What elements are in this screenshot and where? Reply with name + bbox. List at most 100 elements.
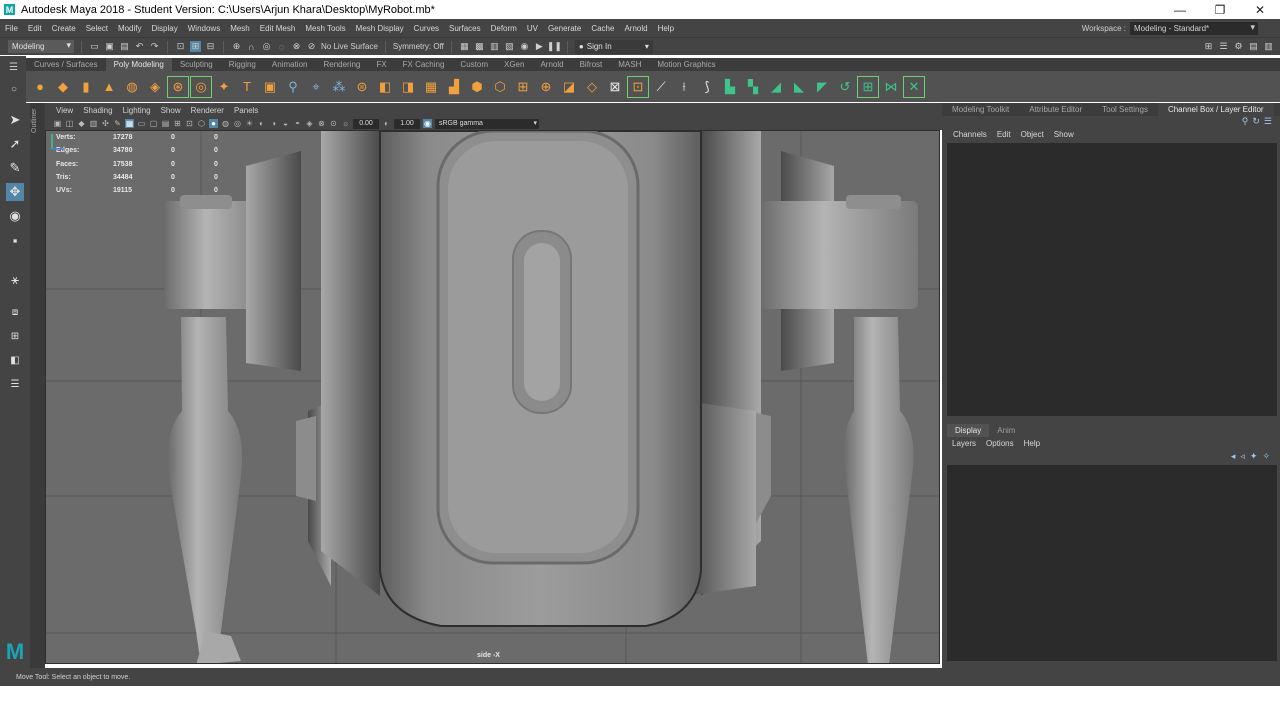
safe-action-icon[interactable]: ⊡ <box>185 119 194 128</box>
menu-edit[interactable]: Edit <box>23 24 47 33</box>
menu-windows[interactable]: Windows <box>183 24 225 33</box>
shelf-menu-icon[interactable]: ☰ <box>9 62 18 73</box>
menu-uv[interactable]: UV <box>522 24 543 33</box>
shelf-tab-motion-graphics[interactable]: Motion Graphics <box>649 58 723 71</box>
grid-toggle-icon[interactable]: ▦ <box>125 119 134 128</box>
channel-box-pin-icon[interactable]: ⚲ <box>1242 116 1249 127</box>
workspace-dropdown[interactable]: Modeling - Standard* <box>1130 21 1258 35</box>
menu-cache[interactable]: Cache <box>586 24 619 33</box>
bevel-icon[interactable]: ⬢ <box>467 77 487 97</box>
shelf-tab-arnold[interactable]: Arnold <box>532 58 571 71</box>
scale-tool-icon[interactable]: ▪ <box>6 231 24 249</box>
offset-edge-loop-icon[interactable]: ⊡ <box>627 75 649 98</box>
panel-menu-view[interactable]: View <box>51 106 78 115</box>
render-current-icon[interactable]: ▩ <box>474 41 485 52</box>
tab-attribute-editor[interactable]: Attribute Editor <box>1019 103 1092 116</box>
channel-box-toggle-icon[interactable]: ▤ <box>1248 41 1259 52</box>
menu-select[interactable]: Select <box>81 24 113 33</box>
textured-icon[interactable]: ◎ <box>233 119 242 128</box>
last-tool-icon[interactable]: ⚹ <box>6 271 24 289</box>
use-lights-icon[interactable]: ☀ <box>245 119 254 128</box>
cut-sew-icon[interactable]: ✕ <box>903 75 925 98</box>
menu-mesh[interactable]: Mesh <box>225 24 255 33</box>
camera-map-icon[interactable]: ↺ <box>835 77 855 97</box>
outliner-strip[interactable]: Outliner <box>30 103 45 668</box>
menu-mesh-display[interactable]: Mesh Display <box>351 24 409 33</box>
snap-curve-icon[interactable]: ∩ <box>246 41 257 52</box>
snap-grid-icon[interactable]: ⊕ <box>231 41 242 52</box>
multi-cut-icon[interactable]: ⊞ <box>513 77 533 97</box>
poly-plane-icon[interactable]: ◈ <box>145 77 165 97</box>
sign-in-button[interactable]: ● Sign In ▾ <box>574 39 653 54</box>
grease-pencil-icon[interactable]: ✎ <box>113 119 122 128</box>
shelf-tab-sculpting[interactable]: Sculpting <box>172 58 221 71</box>
film-gate-icon[interactable]: ▭ <box>137 119 146 128</box>
shelf-tab-xgen[interactable]: XGen <box>496 58 532 71</box>
image-plane-icon[interactable]: ▥ <box>89 119 98 128</box>
shelf-tab-fx-caching[interactable]: FX Caching <box>395 58 453 71</box>
layer-list-area[interactable] <box>947 465 1277 661</box>
panel-menu-show[interactable]: Show <box>156 106 186 115</box>
shelf-tab-animation[interactable]: Animation <box>264 58 316 71</box>
shelf-tab-curves-surfaces[interactable]: Curves / Surfaces <box>26 58 106 71</box>
quad-draw-icon[interactable]: ◇ <box>582 77 602 97</box>
color-management-icon[interactable]: ◉ <box>423 119 432 128</box>
menu-deform[interactable]: Deform <box>486 24 522 33</box>
redo-icon[interactable]: ↷ <box>149 41 160 52</box>
poly-platonic-icon[interactable]: ◎ <box>190 75 212 98</box>
boolean-difference-icon[interactable]: ◨ <box>398 77 418 97</box>
slide-edge-icon[interactable]: ⟊ <box>674 77 694 97</box>
shelf-menu[interactable]: ☰ ○ <box>0 56 26 103</box>
channel-menu-show[interactable]: Show <box>1049 130 1079 139</box>
crease-icon[interactable]: ⟆ <box>697 77 717 97</box>
camera-attributes-icon[interactable]: ◫ <box>65 119 74 128</box>
wireframe-icon[interactable]: ⬡ <box>197 119 206 128</box>
menu-mesh-tools[interactable]: Mesh Tools <box>300 24 350 33</box>
smooth-icon[interactable]: ⁂ <box>329 77 349 97</box>
shadows-icon[interactable]: ◐ <box>257 119 266 128</box>
move-layer-down-icon[interactable]: ◃ <box>1240 451 1245 462</box>
ambient-occlusion-icon[interactable]: ◑ <box>269 119 278 128</box>
extrude-icon[interactable]: ▦ <box>421 77 441 97</box>
attribute-editor-toggle-icon[interactable]: ☰ <box>1218 41 1229 52</box>
combine-icon[interactable]: ⚲ <box>283 77 303 97</box>
layer-editor-toggle-icon[interactable]: ▥ <box>1263 41 1274 52</box>
tab-channel-box[interactable]: Channel Box / Layer Editor <box>1157 103 1274 116</box>
bridge-icon[interactable]: ▟ <box>444 77 464 97</box>
poly-cylinder-icon[interactable]: ▮ <box>76 77 96 97</box>
shelf-options-icon[interactable]: ○ <box>11 84 17 95</box>
panel-menu-renderer[interactable]: Renderer <box>186 106 229 115</box>
tool-settings-toggle-icon[interactable]: ⚙ <box>1233 41 1244 52</box>
channel-menu-channels[interactable]: Channels <box>948 130 992 139</box>
poly-torus-icon[interactable]: ◍ <box>122 77 142 97</box>
poly-cone-icon[interactable]: ▲ <box>99 77 119 97</box>
move-tool-icon[interactable]: ✥ <box>6 183 24 201</box>
symmetry-dropdown[interactable]: Symmetry: Off <box>393 42 444 51</box>
panel-menu-lighting[interactable]: Lighting <box>118 106 156 115</box>
tab-tool-settings[interactable]: Tool Settings <box>1092 103 1158 116</box>
make-live-icon[interactable]: ⊘ <box>306 41 317 52</box>
uv-editor-icon[interactable]: ▙ <box>720 77 740 97</box>
four-view-icon[interactable]: ⊞ <box>6 327 24 345</box>
tab-anim-layers[interactable]: Anim <box>989 424 1023 437</box>
two-d-pan-icon[interactable]: ✣ <box>101 119 110 128</box>
shelf-tab-rigging[interactable]: Rigging <box>221 58 264 71</box>
menu-modify[interactable]: Modify <box>113 24 147 33</box>
smooth-shade-icon[interactable]: ● <box>209 119 218 128</box>
new-layer-icon[interactable]: ✦ <box>1250 451 1258 462</box>
menu-generate[interactable]: Generate <box>543 24 586 33</box>
xray-icon[interactable]: ⊗ <box>317 119 326 128</box>
tab-modeling-toolkit[interactable]: Modeling Toolkit <box>942 103 1019 116</box>
isolate-select-icon[interactable]: ◈ <box>305 119 314 128</box>
snap-view-icon[interactable]: ◌ <box>276 41 287 52</box>
exposure-icon[interactable]: ☼ <box>341 119 350 128</box>
panel-menu-panels[interactable]: Panels <box>229 106 263 115</box>
menuset-dropdown[interactable]: Modeling <box>8 40 74 53</box>
snap-point-icon[interactable]: ◎ <box>261 41 272 52</box>
layer-menu-help[interactable]: Help <box>1019 439 1045 448</box>
arnold-render-icon[interactable]: ▶ <box>534 41 545 52</box>
poly-cube-icon[interactable]: ◆ <box>53 77 73 97</box>
poly-sphere-icon[interactable]: ● <box>30 77 50 97</box>
channel-menu-edit[interactable]: Edit <box>992 130 1016 139</box>
pause-render-icon[interactable]: ❚❚ <box>547 41 562 52</box>
